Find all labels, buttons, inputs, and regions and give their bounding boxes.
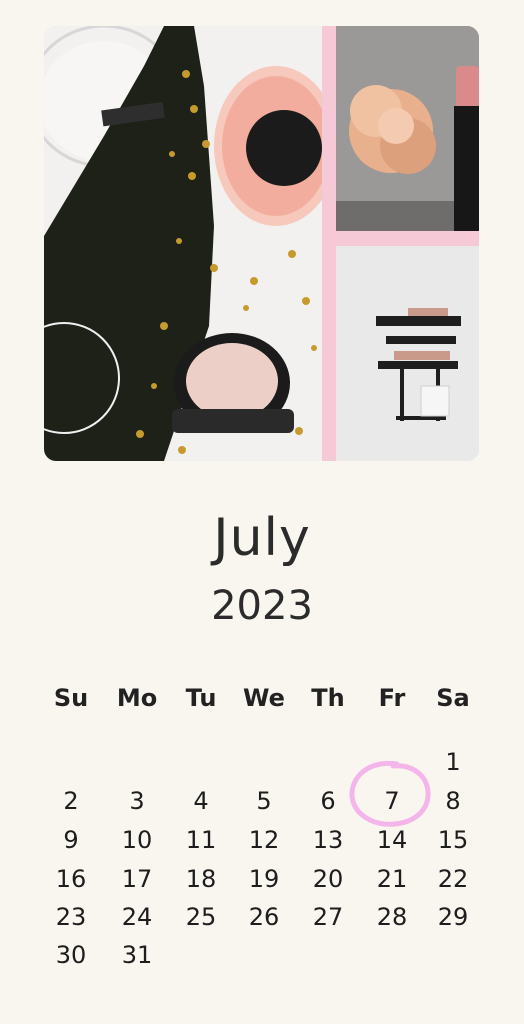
calendar-day[interactable]: 28: [367, 903, 417, 931]
calendar-day[interactable]: 4: [176, 787, 226, 815]
calendar-day[interactable]: 25: [176, 903, 226, 931]
calendar-day[interactable]: 31: [112, 941, 162, 969]
calendar-day[interactable]: 1: [428, 748, 478, 776]
weekday-label: Tu: [185, 684, 217, 712]
product-photo-main: [44, 26, 322, 461]
calendar-day[interactable]: 5: [239, 787, 289, 815]
calendar-day[interactable]: 11: [176, 826, 226, 854]
calendar-day[interactable]: 17: [112, 865, 162, 893]
calendar-day[interactable]: 21: [367, 865, 417, 893]
calendar-day[interactable]: 29: [428, 903, 478, 931]
calendar-day[interactable]: 12: [239, 826, 289, 854]
photo-collage: [44, 26, 479, 461]
weekday-label: Mo: [116, 684, 158, 712]
calendar-day[interactable]: 22: [428, 865, 478, 893]
weekday-label: Fr: [378, 684, 406, 712]
calendar-day[interactable]: 8: [428, 787, 478, 815]
calendar-day[interactable]: 15: [428, 826, 478, 854]
calendar-month: July: [213, 508, 311, 568]
calendar-day[interactable]: 14: [367, 826, 417, 854]
calendar-day[interactable]: 19: [239, 865, 289, 893]
calendar-day[interactable]: 10: [112, 826, 162, 854]
calendar-day[interactable]: 27: [303, 903, 353, 931]
calendar-day[interactable]: 9: [46, 826, 96, 854]
product-photo-display-stand: [336, 246, 479, 461]
calendar-day[interactable]: 2: [46, 787, 96, 815]
weekday-label: Th: [311, 684, 345, 712]
calendar-year: 2023: [211, 583, 313, 629]
weekday-label: We: [243, 684, 285, 712]
calendar-day[interactable]: 30: [46, 941, 96, 969]
product-photo-lipstick: [336, 26, 479, 231]
calendar-day[interactable]: 13: [303, 826, 353, 854]
highlight-circle: [349, 760, 431, 827]
calendar-day[interactable]: 18: [176, 865, 226, 893]
calendar-day[interactable]: 3: [112, 787, 162, 815]
calendar-day[interactable]: 26: [239, 903, 289, 931]
weekday-label: Su: [53, 684, 89, 712]
calendar-day[interactable]: 23: [46, 903, 96, 931]
calendar-day[interactable]: 20: [303, 865, 353, 893]
calendar-day[interactable]: 24: [112, 903, 162, 931]
calendar-day[interactable]: 16: [46, 865, 96, 893]
weekday-label: Sa: [436, 684, 470, 712]
